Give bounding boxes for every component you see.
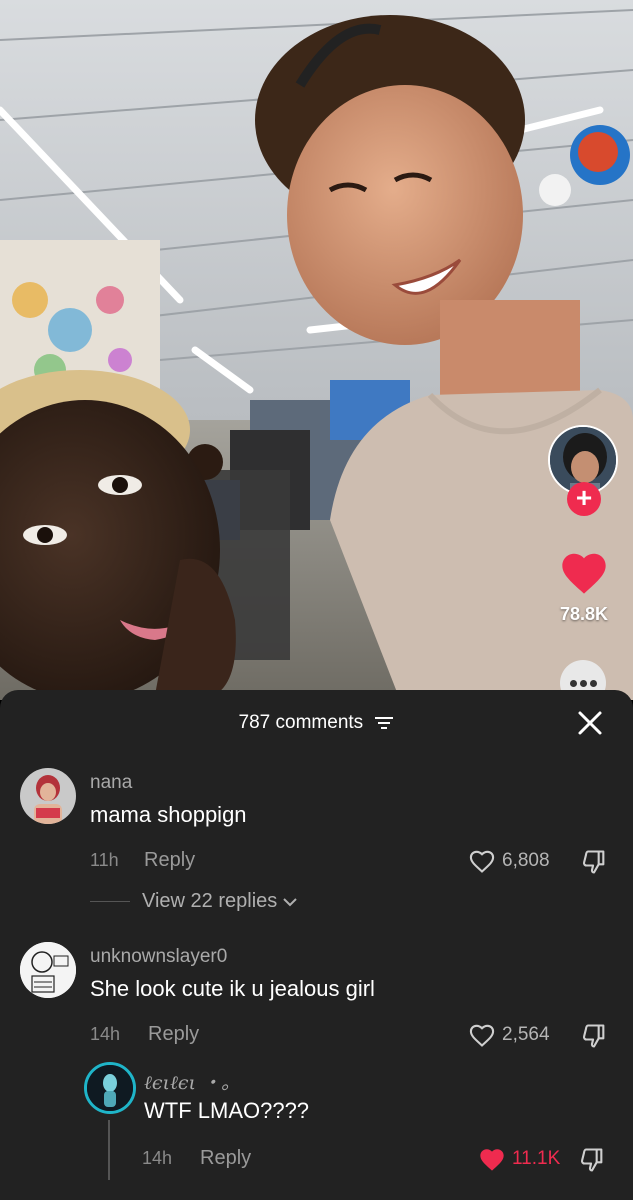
reply-button[interactable]: Reply	[144, 849, 195, 872]
dislike-icon[interactable]	[578, 1146, 606, 1174]
comment-item: nana mama shoppign 11h Reply 6,808 View …	[0, 766, 633, 926]
view-replies-button[interactable]: View 22 replies	[90, 890, 299, 913]
dislike-icon[interactable]	[580, 1022, 608, 1050]
comment-time: 11h	[90, 850, 119, 870]
comment-like-button[interactable]: 2,564	[468, 1022, 550, 1048]
avatar[interactable]	[20, 768, 76, 824]
dislike-icon[interactable]	[580, 848, 608, 876]
video-frame[interactable]	[0, 0, 633, 700]
comments-panel: 787 comments nana mama shoppign 11h Repl…	[0, 690, 633, 1200]
reply-like-count: 11.1K	[512, 1148, 561, 1169]
comments-title-wrap: 787 comments	[0, 712, 633, 734]
avatar[interactable]	[20, 942, 76, 998]
comment-text: She look cute ik u jealous girl	[90, 976, 375, 1001]
comment-text: mama shoppign	[90, 802, 247, 827]
reply-button[interactable]: Reply	[200, 1147, 251, 1170]
follow-plus-button[interactable]: +	[567, 482, 601, 516]
reply-time: 14h	[142, 1148, 173, 1168]
video-still	[0, 0, 633, 700]
comment-username[interactable]: nana	[90, 772, 132, 794]
comment-time: 14h	[90, 1024, 121, 1044]
comments-count-title: 787 comments	[238, 712, 364, 733]
reply-text: WTF LMAO????	[144, 1098, 310, 1123]
reply-button[interactable]: Reply	[148, 1023, 199, 1046]
comments-header: 787 comments	[0, 690, 633, 754]
chevron-down-icon	[283, 897, 297, 906]
avatar-image	[87, 1065, 133, 1111]
sort-icon[interactable]	[374, 715, 394, 731]
comment-like-button[interactable]: 6,808	[468, 848, 550, 874]
heart-outline-icon	[469, 850, 495, 873]
reply-item: ℓєιℓєι ・。 WTF LMAO???? 14h Reply 11.1K	[0, 1060, 633, 1200]
reply-username[interactable]: ℓєιℓєι ・。	[144, 1068, 240, 1095]
heart-icon	[562, 553, 606, 594]
avatar-image	[20, 942, 76, 998]
divider	[90, 901, 130, 902]
comment-like-count: 2,564	[502, 1024, 550, 1045]
avatar-image	[20, 768, 76, 824]
comment-like-count: 6,808	[502, 850, 550, 871]
view-replies-label: View 22 replies	[142, 890, 278, 912]
heart-filled-icon	[480, 1149, 504, 1171]
video-like-button[interactable]	[558, 548, 610, 596]
comment-username[interactable]: unknownslayer0	[90, 946, 227, 968]
avatar[interactable]	[84, 1062, 136, 1114]
video-like-count: 78.8K	[559, 604, 609, 624]
comment-item: unknownslayer0 She look cute ik u jealou…	[0, 940, 633, 1060]
close-icon[interactable]	[577, 710, 603, 736]
reply-like-button[interactable]: 11.1K	[478, 1146, 560, 1172]
heart-outline-icon	[469, 1024, 495, 1047]
